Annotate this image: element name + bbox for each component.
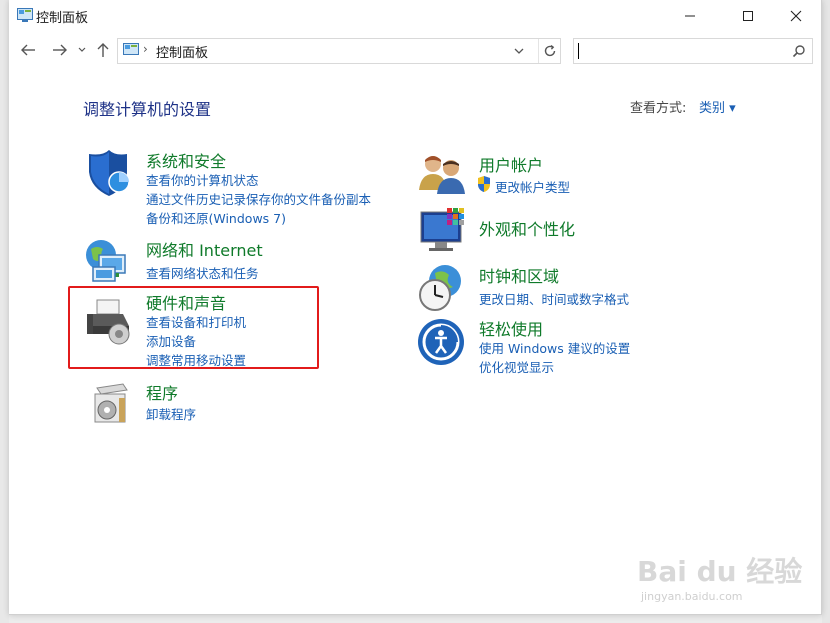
minimize-icon [685, 15, 695, 17]
network-internet-title[interactable]: 网络和 Internet [146, 237, 263, 261]
background-window-edge [0, 0, 9, 623]
programs-title[interactable]: 程序 [146, 380, 178, 404]
link-change-account-type[interactable]: 更改帐户类型 [495, 177, 570, 196]
ease-of-access-icon[interactable] [417, 316, 467, 366]
background-window-edge-right [822, 0, 830, 623]
view-by-label: 查看方式: [630, 101, 687, 116]
ease-of-access-title[interactable]: 轻松使用 [479, 316, 543, 340]
minimize-button[interactable] [667, 0, 713, 32]
watermark-url: jingyan.baidu.com [641, 590, 743, 603]
link-change-date-time-format[interactable]: 更改日期、时间或数字格式 [479, 289, 629, 308]
watermark-brand: Bai du 经验 [637, 555, 803, 588]
link-uninstall-program[interactable]: 卸载程序 [146, 404, 196, 423]
arrow-up-icon [97, 43, 109, 57]
link-network-status[interactable]: 查看网络状态和任务 [146, 263, 259, 282]
up-button[interactable] [93, 39, 113, 61]
forward-button[interactable] [49, 39, 71, 61]
link-file-history-backup[interactable]: 通过文件历史记录保存你的文件备份副本 [146, 189, 371, 208]
shield-icon[interactable] [83, 148, 133, 198]
clock-globe-icon[interactable] [417, 263, 467, 313]
arrow-left-icon [21, 44, 35, 56]
breadcrumb-separator[interactable]: › [143, 42, 148, 56]
link-backup-restore[interactable]: 备份和还原(Windows 7) [146, 208, 286, 227]
back-button[interactable] [17, 39, 39, 61]
uac-shield-icon [478, 176, 490, 192]
address-history-button[interactable] [508, 39, 530, 63]
appearance-title[interactable]: 外观和个性化 [479, 216, 575, 240]
arrow-right-icon [53, 44, 67, 56]
highlight-annotation-box [68, 286, 319, 369]
breadcrumb-control-panel[interactable]: 控制面板 [156, 42, 208, 61]
search-icon[interactable] [792, 44, 806, 58]
close-button[interactable] [773, 0, 819, 32]
appearance-icon[interactable] [417, 206, 467, 256]
network-globe-icon[interactable] [83, 237, 133, 287]
chevron-down-icon [514, 48, 524, 54]
close-icon [790, 10, 802, 22]
title-bar[interactable]: 控制面板 [9, 0, 821, 32]
text-cursor [578, 43, 579, 59]
system-security-title[interactable]: 系统和安全 [146, 148, 226, 172]
control-panel-window: 控制面板 › 控制面板 调整计算机的设置 查看方式: 类别 ▾ 系统和安全 查看… [9, 0, 822, 615]
users-icon[interactable] [417, 150, 467, 200]
watermark: Bai du 经验 jingyan.baidu.com [637, 542, 817, 612]
programs-icon[interactable] [89, 380, 133, 426]
maximize-button[interactable] [725, 0, 771, 32]
window-title: 控制面板 [36, 11, 89, 26]
refresh-icon [544, 44, 556, 57]
search-box[interactable] [573, 38, 813, 64]
user-accounts-title[interactable]: 用户帐户 [479, 152, 543, 176]
clock-region-title[interactable]: 时钟和区域 [479, 263, 559, 287]
link-view-computer-status[interactable]: 查看你的计算机状态 [146, 170, 259, 189]
control-panel-icon [123, 43, 139, 55]
page-title: 调整计算机的设置 [83, 100, 212, 119]
link-recommended-settings[interactable]: 使用 Windows 建议的设置 [479, 338, 630, 357]
control-panel-content: 调整计算机的设置 查看方式: 类别 ▾ 系统和安全 查看你的计算机状态 通过文件… [9, 70, 821, 614]
address-bar[interactable]: › 控制面板 [117, 38, 561, 64]
maximize-icon [743, 11, 753, 21]
recent-locations-button[interactable] [75, 39, 89, 61]
control-panel-icon [17, 8, 33, 22]
chevron-down-icon [78, 47, 86, 52]
link-optimize-visual-display[interactable]: 优化视觉显示 [479, 357, 554, 376]
refresh-button[interactable] [538, 39, 561, 63]
view-by-dropdown[interactable]: 类别 ▾ [699, 97, 736, 116]
navigation-bar: › 控制面板 [9, 34, 821, 68]
